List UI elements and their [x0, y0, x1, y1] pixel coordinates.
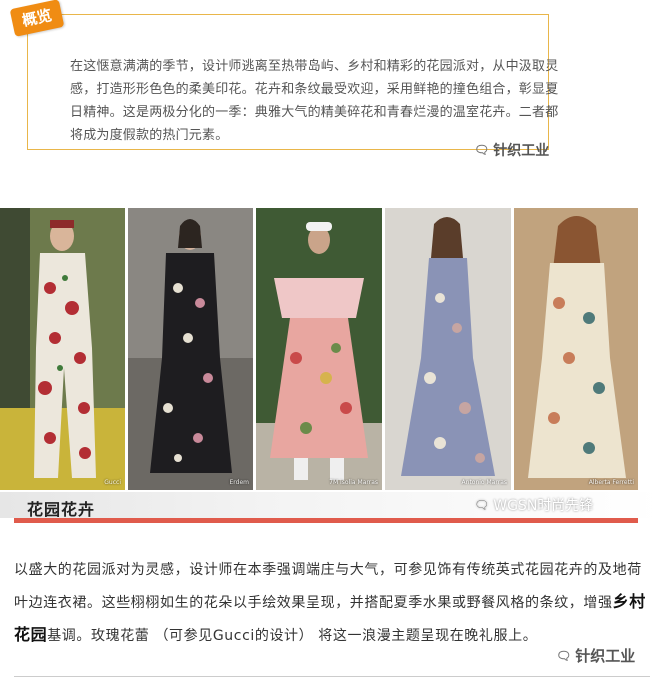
wechat-icon: 🗨	[474, 143, 490, 157]
watermark-mid: 🗨 WGSN时尚先锋	[474, 495, 593, 515]
photo-credit: Antonio Marras	[461, 479, 507, 486]
photo-credit: Erdem	[229, 479, 250, 486]
runway-photo-strip: Gucci Erdem 7M Isolia Marras Antonio Mar…	[0, 208, 661, 490]
section-title: 花园花卉	[27, 500, 96, 519]
section-divider-bar	[14, 518, 638, 523]
overview-text: 在这惬意满满的季节，设计师逃离至热带岛屿、乡村和精彩的花园派对，从中汲取灵感，打…	[70, 59, 559, 143]
runway-photo-isolia-marras: 7M Isolia Marras	[256, 208, 382, 490]
runway-photo-erdem: Erdem	[128, 208, 253, 490]
watermark-top: 🗨 针织工业	[474, 140, 549, 160]
runway-photo-gucci: Gucci	[0, 208, 125, 490]
photo-credit: Alberta Ferretti	[588, 479, 634, 486]
body-text-part1: 以盛大的花园派对为灵感，设计师在本季强调端庄与大气，可参见饰有传统英式花园花卉的…	[14, 562, 642, 611]
wechat-icon: 🗨	[474, 498, 490, 512]
photo-credit: 7M Isolia Marras	[329, 479, 378, 486]
photo-credit: Gucci	[104, 479, 121, 486]
overview-box: 在这惬意满满的季节，设计师逃离至热带岛屿、乡村和精彩的花园派对，从中汲取灵感，打…	[27, 14, 558, 150]
wechat-icon: 🗨	[556, 648, 572, 663]
runway-photo-alberta-ferretti: Alberta Ferretti	[514, 208, 638, 490]
watermark-bottom: 🗨 针织工业	[556, 645, 635, 666]
watermark-mid-text: WGSN时尚先锋	[493, 498, 594, 514]
bottom-divider	[14, 676, 650, 677]
watermark-bottom-text: 针织工业	[575, 647, 636, 665]
runway-photo-antonio-marras: Antonio Marras	[385, 208, 511, 490]
body-paragraph: 以盛大的花园派对为灵感，设计师在本季强调端庄与大气，可参见饰有传统英式花园花卉的…	[14, 555, 650, 652]
body-text-part2: 基调。玫瑰花蕾 （可参见Gucci的设计） 将这一浪漫主题呈现在晚礼服上。	[47, 628, 538, 644]
watermark-top-text: 针织工业	[493, 143, 550, 159]
